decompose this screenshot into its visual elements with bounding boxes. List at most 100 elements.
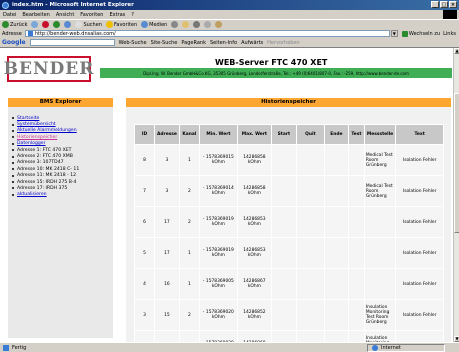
refresh-icon[interactable] [53,21,61,28]
google-pagerank[interactable]: PageRank [181,40,206,46]
scrollbar-thumb[interactable] [454,93,459,233]
address-input[interactable]: http://bender-web.dnsalias.com/ [24,30,390,37]
forward-arrow-icon[interactable] [31,21,39,28]
cell-test [347,299,365,331]
media-button[interactable]: Medien [141,21,167,28]
cell-quit [295,144,325,176]
menu-favoriten[interactable]: Favoriten [80,12,103,18]
cell-min: - 1578369014 kOhm [198,175,238,207]
sidebar-item: Adresse 1: FTC 470 XET [12,147,79,153]
col-header-adresse: Adresse [154,124,180,145]
status-text: Fertig [12,344,27,351]
cell-start [270,237,297,269]
sidebar-item-label[interactable]: Historienspeicher [17,135,57,140]
page-title: WEB-Server FTC 470 XET [215,58,328,67]
links-button[interactable]: Links [443,31,456,37]
sidebar-item[interactable]: aktualisieren [12,192,79,198]
close-button[interactable]: × [449,1,457,8]
cell-mess [363,206,397,238]
address-dropdown-icon[interactable]: ▼ [390,30,398,37]
status-bar: Fertig Internet [0,342,459,352]
bullet-icon [12,187,14,190]
bullet-icon [12,174,14,177]
print-icon[interactable] [193,21,201,28]
edit-icon[interactable] [204,21,212,28]
bullet-icon [12,117,14,120]
sidebar-item-label: Adresse 11: MK 2418 - 12 [17,173,77,179]
google-logo[interactable]: Google [2,39,26,46]
sidebar-item[interactable]: Aktuelle Alarmmeldungen [12,128,79,134]
stop-icon[interactable] [42,21,50,28]
cell-min: - 1578369019 kOhm [198,237,238,269]
google-websuche-button[interactable]: Web-Suche [119,40,147,46]
address-url: http://bender-web.dnsalias.com/ [34,30,116,37]
col-header-messstelle: Messstelle [363,124,397,145]
maximize-button[interactable]: □ [440,1,448,8]
cell-id: 6 [134,206,155,238]
cell-quit [295,206,325,238]
home-icon[interactable] [64,21,72,28]
google-aufwaerts-button[interactable]: Aufwärts [241,40,263,46]
menu-bearbeiten[interactable]: Bearbeiten [22,12,49,18]
cell-quit [295,175,325,207]
sidebar-item-label[interactable]: Systemübersicht [17,122,56,127]
menu-datei[interactable]: Datei [3,12,16,18]
cell-mess [363,268,397,300]
table-row: 5 17 1- 1578369019 kOhm 14286853 kOhm Isolat… [134,237,445,269]
bender-logo: BENDER [4,56,93,82]
google-search-input[interactable] [29,39,115,46]
sidebar-heading: BMS Explorer [8,98,113,107]
bms-explorer-sidebar: BMS Explorer Startseite Systemübersicht Ak… [8,98,113,338]
history-table: ID Adresse Kanal Min. Wert Max. Wert Sta… [134,124,445,352]
security-zone: Internet [367,344,445,352]
page-icon [27,31,33,36]
cell-test [347,268,365,300]
cell-text: Isolation Fehler [395,268,445,300]
cell-id: 7 [134,175,155,207]
address-label: Adresse [2,30,22,37]
cell-text: Isolation Fehler [395,144,445,176]
cell-adresse: 16 [154,268,180,300]
menu-extras[interactable]: Extras [109,12,125,18]
sidebar-item-label[interactable]: aktualisieren [17,192,47,197]
scroll-up-icon[interactable]: ▲ [454,48,459,54]
cell-max: 14286858 kOhm [236,175,272,207]
bullet-icon [12,142,14,145]
cell-test [347,175,365,207]
google-hervorheben-button[interactable]: Hervorheben [267,40,300,46]
window-controls: _ □ × [431,1,457,8]
table-row: 4 16 1- 1578369005 kOhm 14286867 kOhm Isolat… [134,268,445,300]
cell-min: - 1578369020 kOhm [198,299,238,331]
sidebar-item: Adresse 11: MK 2418 - 12 [12,173,79,179]
google-seiteninfo-button[interactable]: Seiten-Info [210,40,237,46]
favorites-button[interactable]: Favoriten [105,21,137,28]
col-header-start: Start [270,124,297,145]
window-titlebar: index.htm - Microsoft Internet Explorer … [0,0,459,10]
col-header-id: ID [134,124,155,145]
back-button[interactable]: Zurück [2,21,27,28]
page-done-icon [3,344,9,351]
menu-ansicht[interactable]: Ansicht [56,12,74,18]
standard-toolbar: Zurück Suchen Favoriten Medien [0,19,459,29]
sidebar-item-label: Adresse 15: IRDH 275 B-4 [17,179,77,185]
minimize-button[interactable]: _ [431,1,439,8]
sidebar-item-label[interactable]: Startseite [17,116,39,121]
menu-help[interactable]: ? [131,12,134,18]
cell-test [347,206,365,238]
cell-adresse: 3 [154,144,180,176]
messenger-icon[interactable] [215,21,223,28]
search-button[interactable]: Suchen [75,21,102,28]
go-button[interactable]: Wechseln zu [401,30,440,37]
cell-ende [323,268,349,300]
sidebar-item-label: Adresse 3: 107TD47 [17,160,64,166]
vertical-scrollbar[interactable]: ▲ ▼ [453,48,459,342]
sidebar-item: Adresse 2: FTC 470 XMB [12,153,79,159]
col-header-text: Text [395,124,445,145]
sidebar-item-label[interactable]: Datenlogger [17,141,46,146]
mail-icon[interactable] [182,21,190,28]
sidebar-item-label[interactable]: Aktuelle Alarmmeldungen [17,128,77,133]
google-sitesuche-button[interactable]: Site-Suche [151,40,178,46]
history-icon[interactable] [171,21,179,28]
cell-mess: Insulation Monitoring Test Room Grünberg [363,299,397,331]
col-header-min: Min. Wert [198,124,238,145]
